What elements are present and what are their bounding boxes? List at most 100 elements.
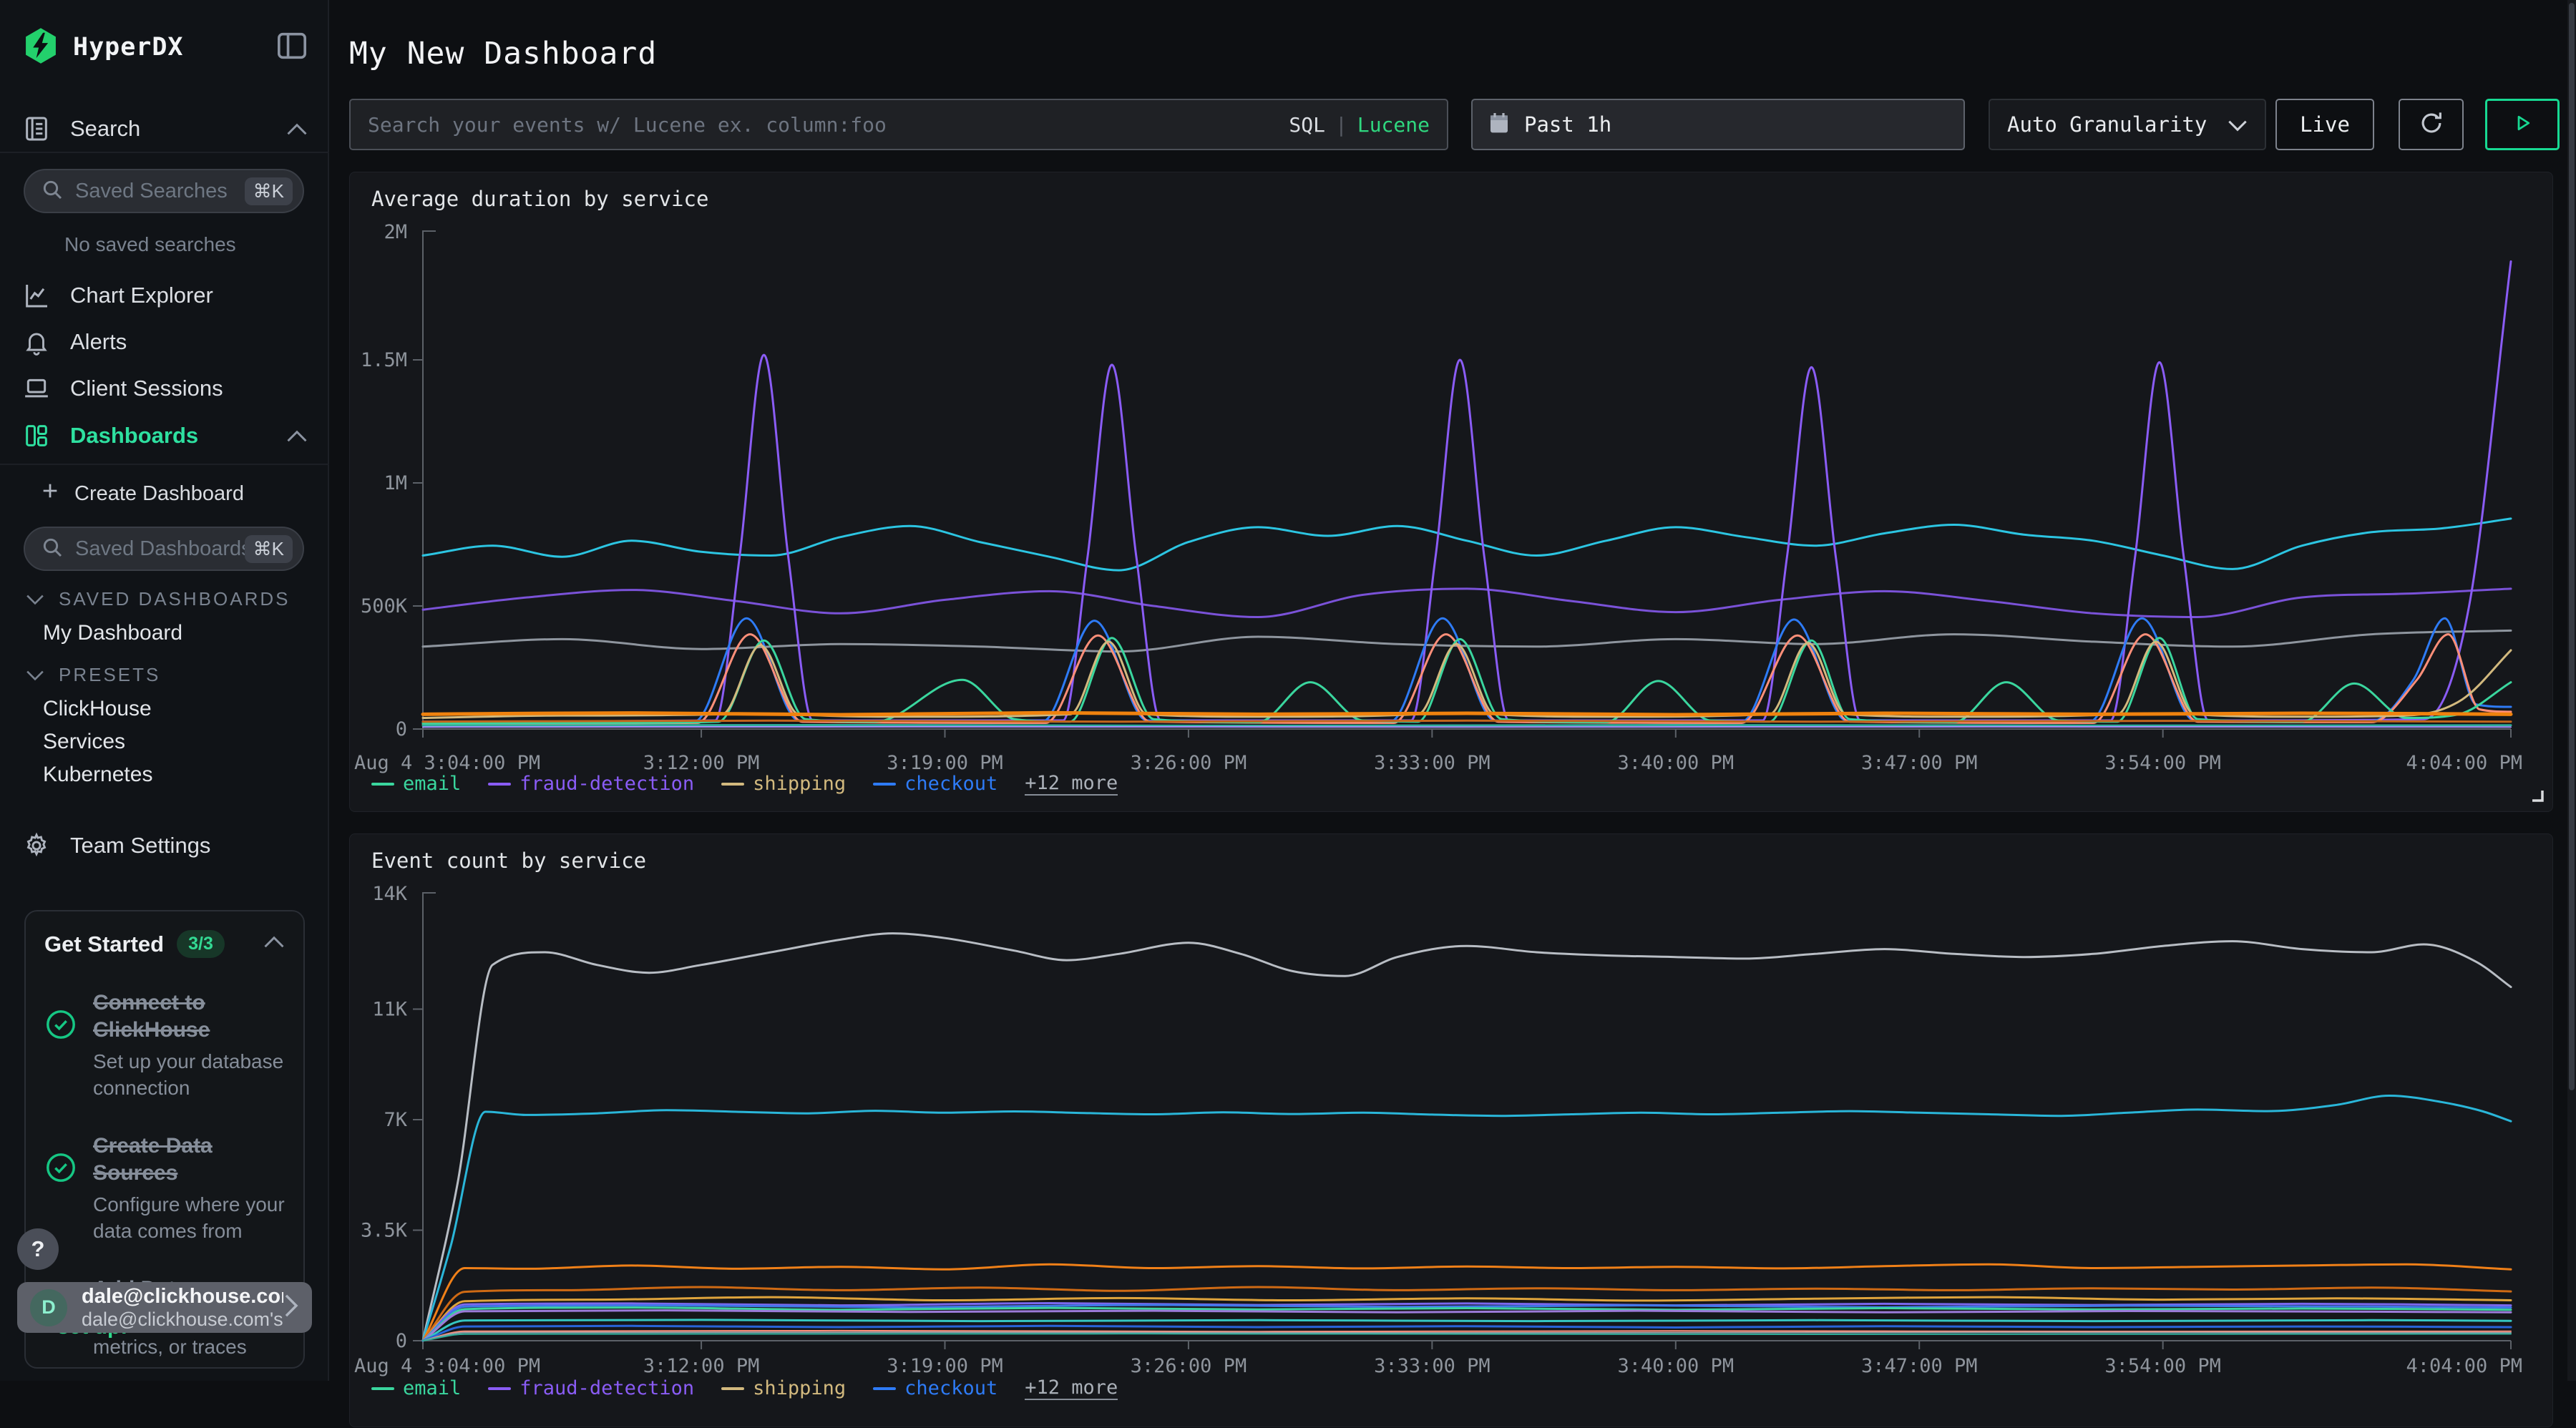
svg-text:3:54:00 PM: 3:54:00 PM bbox=[2104, 1355, 2221, 1377]
svg-text:3:19:00 PM: 3:19:00 PM bbox=[887, 752, 1003, 774]
get-started-progress-badge: 3/3 bbox=[177, 930, 225, 958]
lang-toggle-sql[interactable]: SQL bbox=[1289, 113, 1325, 137]
section-label: PRESETS bbox=[59, 664, 160, 686]
chevron-right-icon bbox=[283, 1293, 299, 1321]
lang-toggle-lucene[interactable]: Lucene bbox=[1357, 113, 1430, 137]
sidebar-item-search[interactable]: Search bbox=[0, 107, 329, 150]
legend-swatch bbox=[488, 1387, 511, 1390]
series-orange-flat bbox=[423, 713, 2511, 715]
series-teal-low bbox=[423, 1334, 2511, 1341]
shortcut-badge: ⌘K bbox=[245, 177, 293, 205]
saved-searches-input[interactable] bbox=[75, 180, 245, 203]
sidebar-item-label: Chart Explorer bbox=[70, 283, 213, 308]
time-range-input[interactable] bbox=[1524, 112, 1948, 137]
line-chart-avg-duration: 0500K1M1.5M2MAug 4 3:04:00 PM3:12:00 PM3… bbox=[350, 172, 2554, 813]
sidebar-item-dashboards[interactable]: Dashboards bbox=[0, 415, 329, 456]
saved-dashboards-input[interactable] bbox=[75, 537, 245, 561]
sidebar-item-client-sessions[interactable]: Client Sessions bbox=[0, 368, 329, 409]
refresh-icon bbox=[2418, 109, 2445, 140]
user-email: dale@clickhouse.com bbox=[82, 1284, 283, 1309]
sidebar-item-alerts[interactable]: Alerts bbox=[0, 322, 329, 362]
legend-swatch bbox=[371, 783, 394, 786]
legend-item-email[interactable]: email bbox=[371, 773, 461, 795]
legend-more-link[interactable]: +12 more bbox=[1025, 772, 1118, 796]
sidebar-item-my-dashboard[interactable]: My Dashboard bbox=[43, 621, 182, 645]
saved-dashboards-section[interactable]: SAVED DASHBOARDS bbox=[26, 588, 290, 610]
chevron-up-icon[interactable] bbox=[263, 936, 285, 952]
svg-text:3:33:00 PM: 3:33:00 PM bbox=[1374, 1355, 1491, 1377]
legend-more-link[interactable]: +12 more bbox=[1025, 1376, 1118, 1400]
live-label: Live bbox=[2300, 112, 2350, 137]
series-grey-top bbox=[423, 934, 2511, 1341]
saved-dashboards-search[interactable]: ⌘K bbox=[24, 527, 304, 571]
play-icon bbox=[2512, 112, 2533, 137]
sidebar-item-chart-explorer[interactable]: Chart Explorer bbox=[0, 275, 329, 316]
divider bbox=[0, 464, 329, 465]
granularity-value: Auto Granularity bbox=[2007, 112, 2207, 137]
section-label: SAVED DASHBOARDS bbox=[59, 588, 290, 610]
run-query-button[interactable] bbox=[2485, 99, 2560, 150]
legend-label: shipping bbox=[753, 773, 846, 795]
svg-text:3:54:00 PM: 3:54:00 PM bbox=[2104, 752, 2221, 774]
logo-row: HyperDX bbox=[0, 20, 329, 74]
svg-text:4:04:00 PM: 4:04:00 PM bbox=[2406, 752, 2522, 774]
legend-item-checkout[interactable]: checkout bbox=[873, 773, 997, 795]
chevron-down-icon bbox=[2228, 112, 2248, 137]
get-started-item-title: Connect to ClickHouse bbox=[93, 989, 285, 1044]
legend-label: email bbox=[403, 773, 461, 795]
svg-text:3:33:00 PM: 3:33:00 PM bbox=[1374, 752, 1491, 774]
gear-icon bbox=[21, 832, 52, 859]
event-search-input[interactable] bbox=[368, 113, 1289, 137]
legend-label: fraud-detection bbox=[519, 773, 694, 795]
chart-panel-event-count: Event count by service 03.5K7K11K14KAug … bbox=[349, 833, 2553, 1427]
chart-legend: email fraud-detection shipping checkout +12 … bbox=[371, 772, 1118, 796]
scrollbar-thumb[interactable] bbox=[2569, 3, 2575, 1090]
user-menu[interactable]: D dale@clickhouse.com dale@clickhouse.co… bbox=[17, 1282, 312, 1333]
svg-text:3:12:00 PM: 3:12:00 PM bbox=[643, 752, 760, 774]
check-circle-icon bbox=[44, 1008, 77, 1101]
legend-item-fraud-detection[interactable]: fraud-detection bbox=[488, 773, 694, 795]
legend-swatch bbox=[488, 783, 511, 786]
legend-swatch bbox=[721, 783, 744, 786]
scrollbar[interactable] bbox=[2567, 0, 2576, 1381]
event-search-bar[interactable]: SQL | Lucene bbox=[349, 99, 1448, 150]
get-started-item[interactable]: Create Data Sources Configure where your… bbox=[44, 1133, 285, 1244]
check-circle-icon bbox=[44, 1151, 77, 1244]
legend-swatch bbox=[721, 1387, 744, 1390]
bell-icon bbox=[21, 328, 52, 356]
saved-searches-search[interactable]: ⌘K bbox=[24, 169, 304, 213]
get-started-item-title: Create Data Sources bbox=[93, 1133, 285, 1187]
chart-line-icon bbox=[21, 281, 52, 310]
svg-text:0: 0 bbox=[396, 1330, 407, 1352]
refresh-button[interactable] bbox=[2399, 99, 2464, 150]
svg-text:3.5K: 3.5K bbox=[361, 1220, 408, 1242]
page-title: My New Dashboard bbox=[349, 36, 657, 72]
sidebar-item-services[interactable]: Services bbox=[43, 730, 125, 754]
help-button[interactable]: ? bbox=[17, 1228, 59, 1270]
panel-resize-handle[interactable] bbox=[2531, 789, 2544, 806]
presets-section[interactable]: PRESETS bbox=[26, 664, 160, 686]
sidebar-item-team-settings[interactable]: Team Settings bbox=[0, 824, 329, 867]
svg-text:1M: 1M bbox=[384, 472, 407, 494]
sidebar-item-clickhouse[interactable]: ClickHouse bbox=[43, 697, 152, 721]
get-started-item[interactable]: Connect to ClickHouse Set up your databa… bbox=[44, 989, 285, 1101]
main-content: My New Dashboard SQL | Lucene Auto Granu… bbox=[331, 0, 2576, 1381]
svg-text:3:40:00 PM: 3:40:00 PM bbox=[1618, 1355, 1735, 1377]
svg-text:7K: 7K bbox=[384, 1109, 407, 1131]
avatar: D bbox=[30, 1289, 67, 1326]
calendar-icon bbox=[1488, 112, 1510, 138]
create-dashboard-button[interactable]: Create Dashboard bbox=[0, 475, 329, 512]
chevron-up-icon bbox=[286, 116, 308, 142]
legend-item-shipping[interactable]: shipping bbox=[721, 773, 846, 795]
chart-panel-avg-duration: Average duration by service 0500K1M1.5M2… bbox=[349, 172, 2553, 812]
sidebar-item-kubernetes[interactable]: Kubernetes bbox=[43, 763, 152, 787]
svg-text:3:26:00 PM: 3:26:00 PM bbox=[1131, 752, 1247, 774]
sidebar-collapse-icon[interactable] bbox=[276, 31, 308, 64]
no-saved-searches-note: No saved searches bbox=[64, 233, 236, 256]
line-chart-event-count: 03.5K7K11K14KAug 4 3:04:00 PM3:12:00 PM3… bbox=[350, 834, 2554, 1428]
granularity-select[interactable]: Auto Granularity bbox=[1989, 99, 2266, 150]
svg-text:2M: 2M bbox=[384, 221, 407, 243]
time-range-picker[interactable] bbox=[1471, 99, 1965, 150]
live-button[interactable]: Live bbox=[2275, 99, 2374, 150]
svg-text:500K: 500K bbox=[361, 595, 408, 617]
